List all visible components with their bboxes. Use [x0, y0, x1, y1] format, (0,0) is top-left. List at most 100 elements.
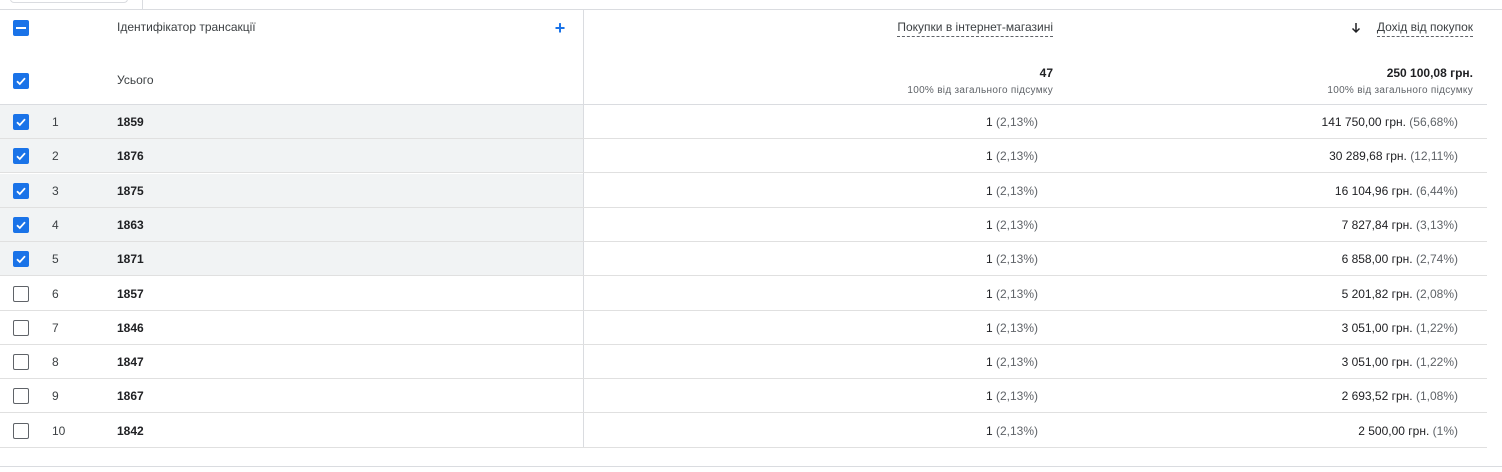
revenue-value: 16 104,96 грн.: [1334, 183, 1413, 198]
revenue-percent: (6,44%): [1415, 183, 1458, 198]
purchases-value: 1: [985, 423, 993, 438]
purchases-value: 1: [985, 217, 993, 232]
checkmark-icon: [16, 255, 26, 264]
purchases-cell: 1 (2,13%): [986, 184, 1038, 198]
checkbox-unchecked-icon[interactable]: [13, 354, 29, 371]
transaction-id: 1846: [117, 320, 144, 335]
revenue-value: 2 693,52 грн.: [1341, 389, 1413, 404]
revenue-cell: 30 289,68 грн. (12,11%): [1329, 149, 1458, 163]
row-index: 10: [52, 423, 66, 438]
purchases-cell: 1 (2,13%): [986, 149, 1038, 163]
revenue-cell: 7 827,84 грн. (3,13%): [1342, 218, 1458, 232]
checkbox-unchecked-icon[interactable]: [13, 285, 29, 302]
plus-icon[interactable]: +: [552, 19, 568, 37]
revenue-cell: 3 051,00 грн. (1,22%): [1342, 321, 1458, 335]
toolbar-control[interactable]: [10, 0, 128, 3]
table-row[interactable]: 7 1846 1 (2,13%) 3 051,00 грн. (1,22%): [0, 311, 1487, 345]
checkbox-checked-icon[interactable]: [13, 216, 29, 233]
revenue-header[interactable]: Дохід від покупок: [1376, 20, 1473, 37]
table-row[interactable]: 3 1875 1 (2,13%) 16 104,96 грн. (6,44%): [0, 173, 1487, 208]
purchases-value: 1: [985, 286, 993, 301]
transaction-id: 1842: [117, 423, 144, 438]
revenue-value: 3 051,00 грн.: [1341, 320, 1413, 335]
purchases-value: 1: [985, 355, 993, 370]
revenue-percent: (1,22%): [1415, 320, 1458, 335]
row-highlight: [0, 105, 583, 139]
transaction-id: 1857: [117, 286, 144, 301]
row-index: 4: [52, 217, 59, 232]
row-divider: [0, 446, 1487, 448]
purchases-percent: (2,13%): [995, 115, 1038, 129]
checkbox-checked-icon[interactable]: [13, 148, 29, 165]
table-row[interactable]: 8 1847 1 (2,13%) 3 051,00 грн. (1,22%): [0, 345, 1487, 380]
purchases-value: 1: [985, 115, 993, 129]
top-toolbar: [0, 0, 1502, 10]
select-all-checkbox[interactable]: [13, 20, 29, 36]
purchases-cell: 1 (2,13%): [986, 321, 1038, 335]
table-row[interactable]: 4 1863 1 (2,13%) 7 827,84 грн. (3,13%): [0, 207, 1487, 242]
purchases-cell: 1 (2,13%): [986, 424, 1038, 438]
transaction-id: 1871: [117, 252, 144, 267]
table-row[interactable]: 9 1867 1 (2,13%) 2 693,52 грн. (1,08%): [0, 379, 1487, 414]
row-index: 2: [52, 149, 59, 164]
purchases-percent: (2,13%): [995, 217, 1038, 232]
revenue-cell: 6 858,00 грн. (2,74%): [1342, 252, 1458, 266]
table-row[interactable]: 10 1842 1 (2,13%) 2 500,00 грн. (1%): [0, 414, 1487, 448]
checkmark-icon: [16, 77, 26, 86]
dimension-header[interactable]: Ідентифікатор трансакції: [117, 20, 256, 34]
purchases-percent: (2,13%): [995, 320, 1038, 335]
checkbox-checked-icon[interactable]: [13, 251, 29, 268]
transaction-id: 1875: [117, 183, 144, 198]
purchases-percent: (2,13%): [995, 286, 1038, 301]
checkbox-checked-icon[interactable]: [13, 114, 29, 130]
purchases-cell: 1 (2,13%): [986, 218, 1038, 232]
row-index: 3: [52, 183, 59, 198]
revenue-cell: 2 500,00 грн. (1%): [1358, 424, 1458, 438]
totals-purchases: 47: [1039, 66, 1053, 80]
purchases-percent: (2,13%): [995, 355, 1038, 370]
purchases-cell: 1 (2,13%): [986, 115, 1038, 129]
purchases-percent: (2,13%): [995, 252, 1038, 267]
revenue-cell: 3 051,00 грн. (1,22%): [1342, 355, 1458, 369]
table-row[interactable]: 1 1859 1 (2,13%) 141 750,00 грн. (56,68%): [0, 105, 1487, 139]
table-row[interactable]: 2 1876 1 (2,13%) 30 289,68 грн. (12,11%): [0, 139, 1487, 174]
checkmark-icon: [16, 152, 26, 161]
purchases-cell: 1 (2,13%): [986, 389, 1038, 403]
purchases-value: 1: [985, 252, 993, 267]
arrow-down-icon[interactable]: [1351, 22, 1361, 34]
row-index: 1: [52, 115, 59, 129]
table-bottom-border: [0, 466, 1502, 467]
revenue-value: 6 858,00 грн.: [1341, 252, 1413, 267]
checkbox-unchecked-icon[interactable]: [13, 319, 29, 336]
checkbox-unchecked-icon[interactable]: [13, 422, 29, 439]
table-row[interactable]: 5 1871 1 (2,13%) 6 858,00 грн. (2,74%): [0, 242, 1487, 277]
transaction-id: 1867: [117, 389, 144, 404]
totals-revenue: 250 100,08 грн.: [1386, 66, 1473, 80]
purchases-value: 1: [985, 320, 993, 335]
purchases-value: 1: [985, 389, 993, 404]
row-index: 6: [52, 286, 59, 301]
transaction-id: 1876: [117, 149, 144, 164]
row-index: 7: [52, 320, 59, 335]
revenue-value: 3 051,00 грн.: [1341, 355, 1413, 370]
purchases-cell: 1 (2,13%): [986, 287, 1038, 301]
checkmark-icon: [16, 221, 26, 230]
table-row[interactable]: 6 1857 1 (2,13%) 5 201,82 грн. (2,08%): [0, 277, 1487, 311]
checkbox-checked-icon[interactable]: [13, 182, 29, 199]
row-index: 8: [52, 355, 59, 370]
row-highlight: [0, 242, 583, 277]
transaction-id: 1847: [117, 355, 144, 370]
revenue-percent: (1,22%): [1415, 355, 1458, 370]
purchases-percent: (2,13%): [995, 423, 1038, 438]
checkmark-icon: [16, 187, 26, 195]
revenue-percent: (3,13%): [1415, 217, 1458, 232]
revenue-cell: 5 201,82 грн. (2,08%): [1342, 287, 1458, 301]
checkbox-unchecked-icon[interactable]: [13, 388, 29, 405]
totals-checkbox[interactable]: [13, 73, 29, 89]
revenue-value: 7 827,84 грн.: [1341, 217, 1413, 232]
revenue-value: 141 750,00 грн.: [1321, 115, 1406, 129]
revenue-value: 2 500,00 грн.: [1358, 423, 1430, 438]
purchases-percent: (2,13%): [995, 389, 1038, 404]
purchases-header[interactable]: Покупки в інтернет-магазині: [897, 20, 1053, 37]
minus-checkbox-icon: [16, 27, 26, 29]
